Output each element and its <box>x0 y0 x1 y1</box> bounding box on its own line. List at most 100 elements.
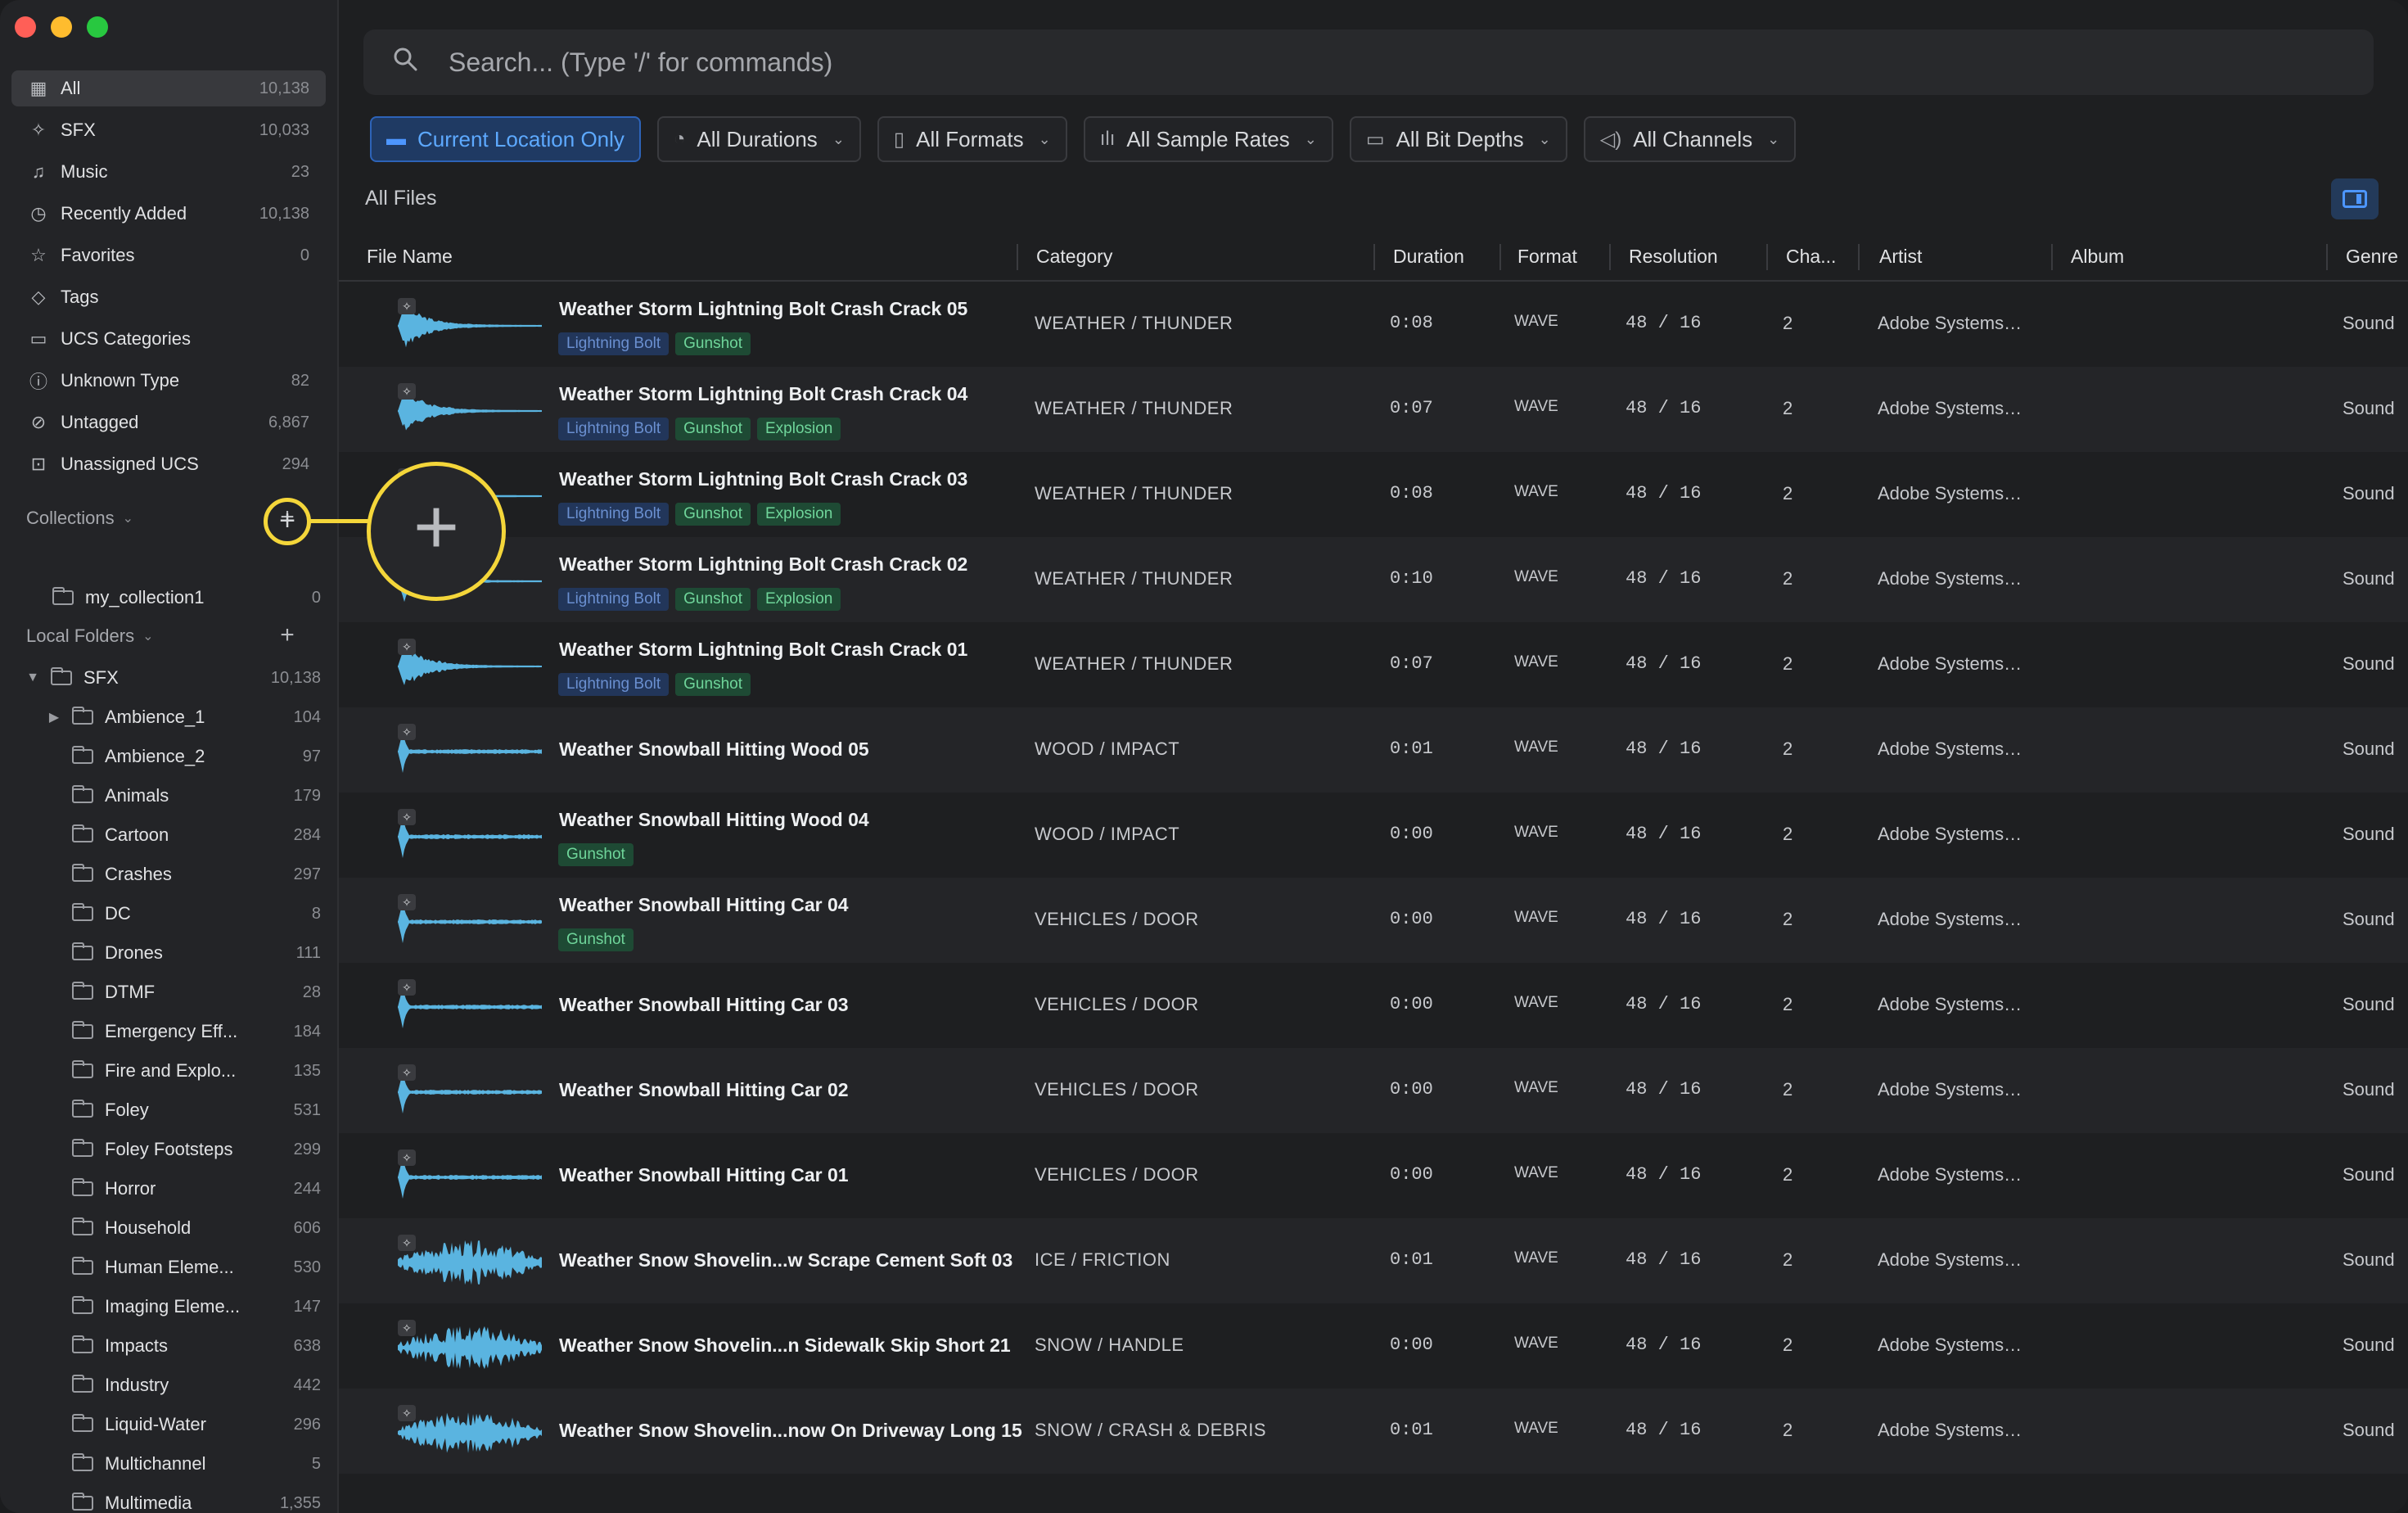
column-divider[interactable] <box>2326 244 2328 270</box>
column-genre[interactable]: Genre <box>2346 246 2398 268</box>
waveform-thumbnail[interactable]: ✧ <box>398 809 542 861</box>
column-divider[interactable] <box>1858 244 1860 270</box>
folder-item[interactable]: Foley Footsteps 299 <box>0 1131 337 1167</box>
folder-item[interactable]: DTMF 28 <box>0 974 337 1010</box>
tag-chip[interactable]: Lightning Bolt <box>558 673 670 696</box>
sidebar-item-favorites[interactable]: ☆ Favorites 0 <box>11 237 326 273</box>
folder-item[interactable]: Liquid-Water 296 <box>0 1407 337 1443</box>
column-divider[interactable] <box>1766 244 1768 270</box>
table-row[interactable]: ✧Weather Storm Lightning Bolt Crash Crac… <box>339 452 2408 537</box>
tag-chip[interactable]: Gunshot <box>675 503 751 526</box>
table-row[interactable]: ✧ Weather Snow Shovelin...now On Driveway… <box>339 1389 2408 1474</box>
waveform-thumbnail[interactable]: ✧ <box>398 1235 542 1287</box>
waveform-thumbnail[interactable]: ✧ <box>398 639 542 691</box>
tag-chip[interactable]: Explosion <box>756 503 841 526</box>
column-artist[interactable]: Artist <box>1879 246 1922 268</box>
column-resolution[interactable]: Resolution <box>1629 246 1718 268</box>
waveform-thumbnail[interactable]: ✧ <box>398 383 542 436</box>
folder-item[interactable]: Animals 179 <box>0 778 337 814</box>
search-bar[interactable] <box>363 29 2374 95</box>
sidebar-item-sfx[interactable]: ✧ SFX 10,033 <box>11 112 326 148</box>
folder-item[interactable]: Multimedia 1,355 <box>0 1485 337 1513</box>
tag-chip[interactable]: Gunshot <box>558 843 634 866</box>
search-input[interactable] <box>447 46 2374 79</box>
waveform-thumbnail[interactable]: ✧ <box>398 298 542 350</box>
minimize-window-button[interactable] <box>51 16 72 38</box>
zoom-window-button[interactable] <box>87 16 108 38</box>
collection-item[interactable]: my_collection1 0 <box>0 580 337 616</box>
filter-all-formats-button[interactable]: ▯ All Formats ⌄ <box>877 116 1067 162</box>
tag-chip[interactable]: Gunshot <box>675 588 751 611</box>
column-album[interactable]: Album <box>2071 246 2124 268</box>
folder-item[interactable]: Cartoon 284 <box>0 817 337 853</box>
column-divider[interactable] <box>1609 244 1611 270</box>
column-divider[interactable] <box>1017 244 1018 270</box>
column-divider[interactable] <box>2051 244 2053 270</box>
sidebar-item-tags[interactable]: ◇ Tags <box>11 279 326 315</box>
table-row[interactable]: ✧ Weather Snow Shovelin...w Scrape Cement… <box>339 1218 2408 1303</box>
folder-item[interactable]: Horror 244 <box>0 1171 337 1207</box>
filter-current-location-only-button[interactable]: ▬ Current Location Only <box>370 116 641 162</box>
folder-item[interactable]: Imaging Eleme... 147 <box>0 1289 337 1325</box>
waveform-thumbnail[interactable]: ✧ <box>398 1064 542 1117</box>
waveform-thumbnail[interactable]: ✧ <box>398 894 542 946</box>
table-row[interactable]: ✧ Weather Snowball Hitting Wood 05 WOOD / … <box>339 707 2408 793</box>
sidebar-item-music[interactable]: ♫ Music 23 <box>11 154 326 190</box>
folder-item[interactable]: Emergency Eff... 184 <box>0 1014 337 1050</box>
folder-item[interactable]: Crashes 297 <box>0 856 337 892</box>
filter-all-durations-button[interactable]: ◔ All Durations ⌄ <box>656 116 861 162</box>
folder-item[interactable]: Foley 531 <box>0 1092 337 1128</box>
add-folder-button[interactable]: + <box>275 623 300 648</box>
disclosure-down-icon[interactable]: ▼ <box>25 671 41 685</box>
sidebar-item-unassigned-ucs[interactable]: ⊡ Unassigned UCS 294 <box>11 446 326 482</box>
folder-item[interactable]: Impacts 638 <box>0 1328 337 1364</box>
tag-chip[interactable]: Lightning Bolt <box>558 588 670 611</box>
folder-item[interactable]: Human Eleme... 530 <box>0 1249 337 1285</box>
tag-chip[interactable]: Explosion <box>756 418 841 440</box>
sidebar-item-ucs-categories[interactable]: ▭ UCS Categories <box>11 321 326 357</box>
sidebar-item-recently-added[interactable]: ◷ Recently Added 10,138 <box>11 196 326 232</box>
tag-chip[interactable]: Gunshot <box>675 418 751 440</box>
column-duration[interactable]: Duration <box>1393 246 1464 268</box>
waveform-thumbnail[interactable]: ✧ <box>398 724 542 776</box>
close-window-button[interactable] <box>15 16 36 38</box>
tag-chip[interactable]: Lightning Bolt <box>558 418 670 440</box>
folder-item[interactable]: Industry 442 <box>0 1367 337 1403</box>
collections-header[interactable]: Collections ⌄ <box>26 508 133 529</box>
table-row[interactable]: ✧ Weather Snowball Hitting Wood 04 Gunshot… <box>339 793 2408 878</box>
folder-item[interactable]: Ambience_2 97 <box>0 738 337 775</box>
folder-item[interactable]: Fire and Explo... 135 <box>0 1053 337 1089</box>
column-format[interactable]: Format <box>1517 246 1577 268</box>
tag-chip[interactable]: Lightning Bolt <box>558 332 670 355</box>
table-row[interactable]: ✧ Weather Snowball Hitting Car 01 VEHICLES… <box>339 1133 2408 1218</box>
column-divider[interactable] <box>1499 244 1501 270</box>
folder-item[interactable]: Multichannel 5 <box>0 1446 337 1482</box>
tag-chip[interactable]: Lightning Bolt <box>558 503 670 526</box>
table-row[interactable]: ✧ Weather Snowball Hitting Car 04 Gunshot V… <box>339 878 2408 963</box>
table-row[interactable]: ✧Weather Storm Lightning Bolt Crash Crac… <box>339 367 2408 452</box>
folder-item[interactable]: DC 8 <box>0 896 337 932</box>
tag-chip[interactable]: Gunshot <box>675 673 751 696</box>
sidebar-item-unknown-type[interactable]: ⓘ Unknown Type 82 <box>11 363 326 399</box>
waveform-thumbnail[interactable]: ✧ <box>398 1405 542 1457</box>
folder-item[interactable]: Household 606 <box>0 1210 337 1246</box>
column-file-name[interactable]: File Name <box>367 246 453 268</box>
table-row[interactable]: ✧Weather Storm Lightning Bolt Crash Crac… <box>339 622 2408 707</box>
tag-chip[interactable]: Explosion <box>756 588 841 611</box>
column-category[interactable]: Category <box>1036 246 1112 268</box>
table-row[interactable]: ✧Weather Storm Lightning Bolt Crash Crac… <box>339 537 2408 622</box>
column-divider[interactable] <box>1373 244 1375 270</box>
filter-all-sample-rates-button[interactable]: ılı All Sample Rates ⌄ <box>1083 116 1333 162</box>
folder-item[interactable]: ▶ Ambience_1 104 <box>0 699 337 735</box>
sidebar-item-all[interactable]: ▦ All 10,138 <box>11 70 326 106</box>
waveform-thumbnail[interactable]: ✧ <box>398 979 542 1032</box>
filter-all-channels-button[interactable]: ◁) All Channels ⌄ <box>1583 116 1797 162</box>
waveform-thumbnail[interactable]: ✧ <box>398 1149 542 1202</box>
local-folders-header[interactable]: Local Folders ⌄ <box>26 626 153 647</box>
table-row[interactable]: ✧ Weather Snowball Hitting Car 02 VEHICLES… <box>339 1048 2408 1133</box>
table-row[interactable]: ✧ Weather Snowball Hitting Car 03 VEHICLES… <box>339 963 2408 1048</box>
table-row[interactable]: ✧Weather Storm Lightning Bolt Crash Crac… <box>339 282 2408 367</box>
table-row[interactable]: ✧ Weather Snow Shovelin...n Sidewalk Skip… <box>339 1303 2408 1389</box>
folder-item[interactable]: Drones 111 <box>0 935 337 971</box>
column-channels[interactable]: Cha... <box>1786 246 1836 268</box>
